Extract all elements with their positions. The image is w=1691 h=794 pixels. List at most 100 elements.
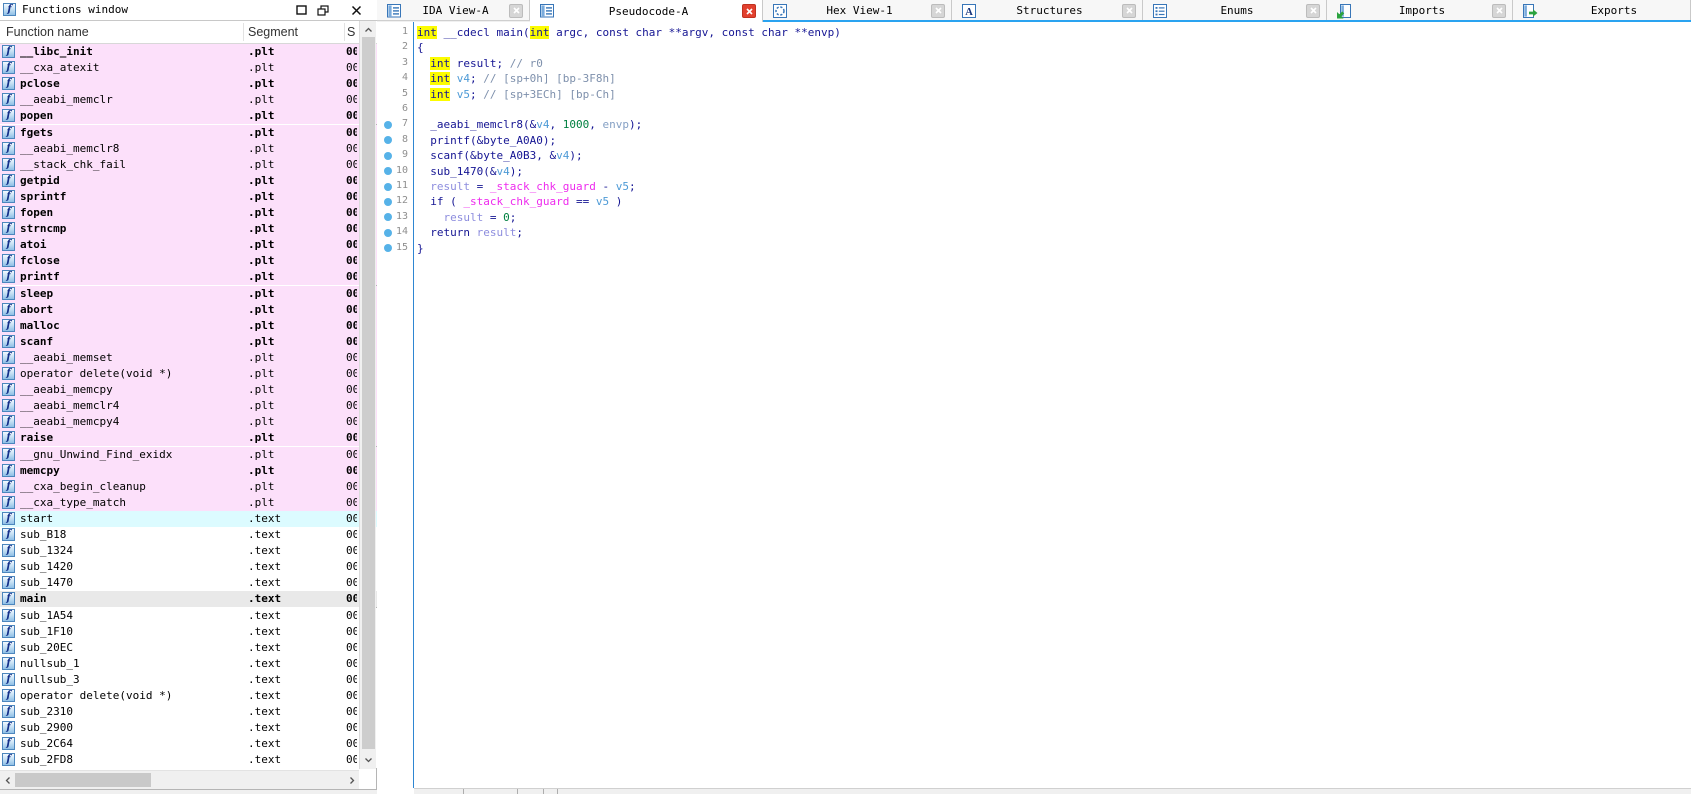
function-row[interactable]: f fgets .plt 00	[0, 124, 377, 141]
function-row[interactable]: f atoi .plt 00	[0, 237, 377, 254]
function-row[interactable]: f sub_1F10 .text 00	[0, 623, 377, 640]
column-separator[interactable]	[344, 23, 345, 41]
column-separator[interactable]	[243, 23, 244, 41]
maximize-button[interactable]	[294, 4, 308, 17]
function-row[interactable]: f __aeabi_memcpy4 .plt 00	[0, 414, 377, 431]
function-row[interactable]: f fclose .plt 00	[0, 253, 377, 270]
function-row[interactable]: f sub_1A54 .text 00	[0, 607, 377, 624]
tab-pseudocode-a[interactable]: Pseudocode-A	[530, 0, 763, 22]
tab-close-icon[interactable]	[742, 4, 756, 18]
function-row[interactable]: f operator delete(void *) .plt 00	[0, 366, 377, 382]
function-row[interactable]: f start .text 00	[0, 510, 377, 527]
function-icon: f	[2, 367, 15, 380]
functions-vertical-scrollbar[interactable]	[359, 21, 376, 769]
code-line[interactable]: 10 sub_1470(&v4);	[377, 164, 1677, 179]
functions-window-titlebar[interactable]: f Functions window	[0, 0, 377, 21]
code-line[interactable]: 2{	[377, 40, 1677, 55]
function-row[interactable]: f __cxa_atexit .plt 00	[0, 60, 377, 77]
function-row[interactable]: f printf .plt 00	[0, 269, 377, 286]
scroll-down-arrow-icon[interactable]	[361, 752, 376, 767]
function-row[interactable]: f sleep .plt 00	[0, 285, 377, 302]
code-line[interactable]: 8 printf(&byte_A0A0);	[377, 133, 1677, 148]
function-row[interactable]: f fopen .plt 00	[0, 205, 377, 221]
tab-close-icon[interactable]	[1122, 3, 1136, 18]
code-line[interactable]: 15}	[377, 241, 1677, 256]
function-row[interactable]: f sub_2310 .text 00	[0, 704, 377, 721]
scrollbar-thumb[interactable]	[15, 773, 151, 787]
function-row[interactable]: f abort .plt 00	[0, 301, 377, 318]
function-row[interactable]: f sub_1420 .text 00	[0, 559, 377, 576]
code-line[interactable]: 4 int v4; // [sp+0h] [bp-3F8h]	[377, 71, 1677, 86]
column-header-segment[interactable]: Segment	[248, 25, 298, 39]
function-row[interactable]: f main .text 00	[0, 591, 377, 608]
function-row[interactable]: f __aeabi_memclr4 .plt 00	[0, 398, 377, 415]
code-line[interactable]: 7 _aeabi_memclr8(&v4, 1000, envp);	[377, 117, 1677, 132]
code-line[interactable]: 6	[377, 102, 1677, 117]
scroll-right-arrow-icon[interactable]	[344, 773, 359, 788]
code-line[interactable]: 12 if ( _stack_chk_guard == v5 )	[377, 194, 1677, 209]
function-name: sub_20EC	[20, 640, 73, 654]
function-row[interactable]: f sub_1470 .text 00	[0, 575, 377, 592]
function-row[interactable]: f __aeabi_memcpy .plt 00	[0, 382, 377, 399]
function-row[interactable]: f __cxa_begin_cleanup .plt 00	[0, 478, 377, 495]
code-line[interactable]: 11 result = _stack_chk_guard - v5;	[377, 179, 1677, 194]
code-line[interactable]: 14 return result;	[377, 225, 1677, 240]
function-row[interactable]: f __aeabi_memclr .plt 00	[0, 92, 377, 109]
tab-imports[interactable]: Imports	[1327, 0, 1513, 21]
function-row[interactable]: f sub_2C64 .text 00	[0, 736, 377, 753]
function-row[interactable]: f popen .plt 00	[0, 108, 377, 125]
function-row[interactable]: f __aeabi_memset .plt 00	[0, 349, 377, 366]
scrollbar-thumb[interactable]	[362, 37, 375, 749]
function-start-address: 00	[346, 672, 357, 686]
function-row[interactable]: f raise .plt 00	[0, 430, 377, 447]
function-name: malloc	[20, 318, 60, 332]
float-window-button[interactable]	[316, 4, 330, 17]
function-row[interactable]: f sub_B18 .text 00	[0, 527, 377, 543]
code-line[interactable]: 13 result = 0;	[377, 210, 1677, 225]
function-row[interactable]: f strncmp .plt 00	[0, 221, 377, 238]
code-line[interactable]: 9 scanf(&byte_A0B3, &v4);	[377, 148, 1677, 163]
tab-close-icon[interactable]	[931, 3, 945, 18]
function-name: __aeabi_memcpy	[20, 383, 113, 397]
code-line[interactable]: 1 int __cdecl main(int argc, const char *…	[377, 25, 1677, 40]
function-start-address: 00	[346, 689, 357, 702]
function-row[interactable]: f operator delete(void *) .text 00	[0, 688, 377, 704]
tab-close-icon[interactable]	[509, 3, 523, 18]
function-icon: f	[2, 415, 15, 429]
function-start-address: 00	[346, 721, 357, 735]
tab-hex-view-1[interactable]: Hex View-1	[763, 0, 952, 21]
function-row[interactable]: f scanf .plt 00	[0, 333, 377, 350]
function-row[interactable]: f getpid .plt 00	[0, 172, 377, 189]
function-row[interactable]: f sub_2900 .text 00	[0, 720, 377, 737]
scroll-up-arrow-icon[interactable]	[361, 22, 376, 37]
column-header-function-name[interactable]: Function name	[6, 25, 89, 39]
tab-close-icon[interactable]	[1306, 3, 1320, 18]
function-row[interactable]: f nullsub_3 .text 00	[0, 671, 377, 688]
functions-horizontal-scrollbar[interactable]	[0, 770, 359, 789]
function-row[interactable]: f __cxa_type_match .plt 00	[0, 494, 377, 511]
pseudocode-view[interactable]: 1 int __cdecl main(int argc, const char *…	[377, 22, 1691, 788]
scroll-left-arrow-icon[interactable]	[0, 773, 15, 788]
function-row[interactable]: f nullsub_1 .text 00	[0, 655, 377, 672]
function-row[interactable]: f __stack_chk_fail .plt 00	[0, 156, 377, 173]
function-row[interactable]: f __aeabi_memclr8 .plt 00	[0, 140, 377, 157]
function-row[interactable]: f sub_1324 .text 00	[0, 543, 377, 560]
function-row[interactable]: f memcpy .plt 00	[0, 462, 377, 479]
function-name: fgets	[20, 125, 54, 139]
tab-structures[interactable]: A Structures	[952, 0, 1143, 21]
function-row[interactable]: f sprintf .plt 00	[0, 188, 377, 205]
tab-ida-view-a[interactable]: IDA View-A	[377, 0, 530, 21]
function-row[interactable]: f malloc .plt 00	[0, 317, 377, 334]
function-row[interactable]: f __gnu_Unwind_Find_exidx .plt 00	[0, 446, 377, 463]
tab-exports[interactable]: Exports	[1513, 0, 1691, 21]
tab-enums[interactable]: Enums	[1143, 0, 1327, 21]
function-row[interactable]: f pclose .plt 00	[0, 76, 377, 93]
function-row[interactable]: f __libc_init .plt 00	[0, 44, 377, 60]
tab-close-icon[interactable]	[1492, 3, 1506, 18]
code-line[interactable]: 5 int v5; // [sp+3ECh] [bp-Ch]	[377, 87, 1677, 102]
close-panel-button[interactable]	[349, 4, 363, 17]
code-line[interactable]: 3 int result; // r0	[377, 56, 1677, 71]
function-row[interactable]: f sub_2FD8 .text 00	[0, 752, 377, 769]
function-row[interactable]: f sub_20EC .text 00	[0, 639, 377, 656]
column-header-start[interactable]: S	[347, 25, 355, 39]
